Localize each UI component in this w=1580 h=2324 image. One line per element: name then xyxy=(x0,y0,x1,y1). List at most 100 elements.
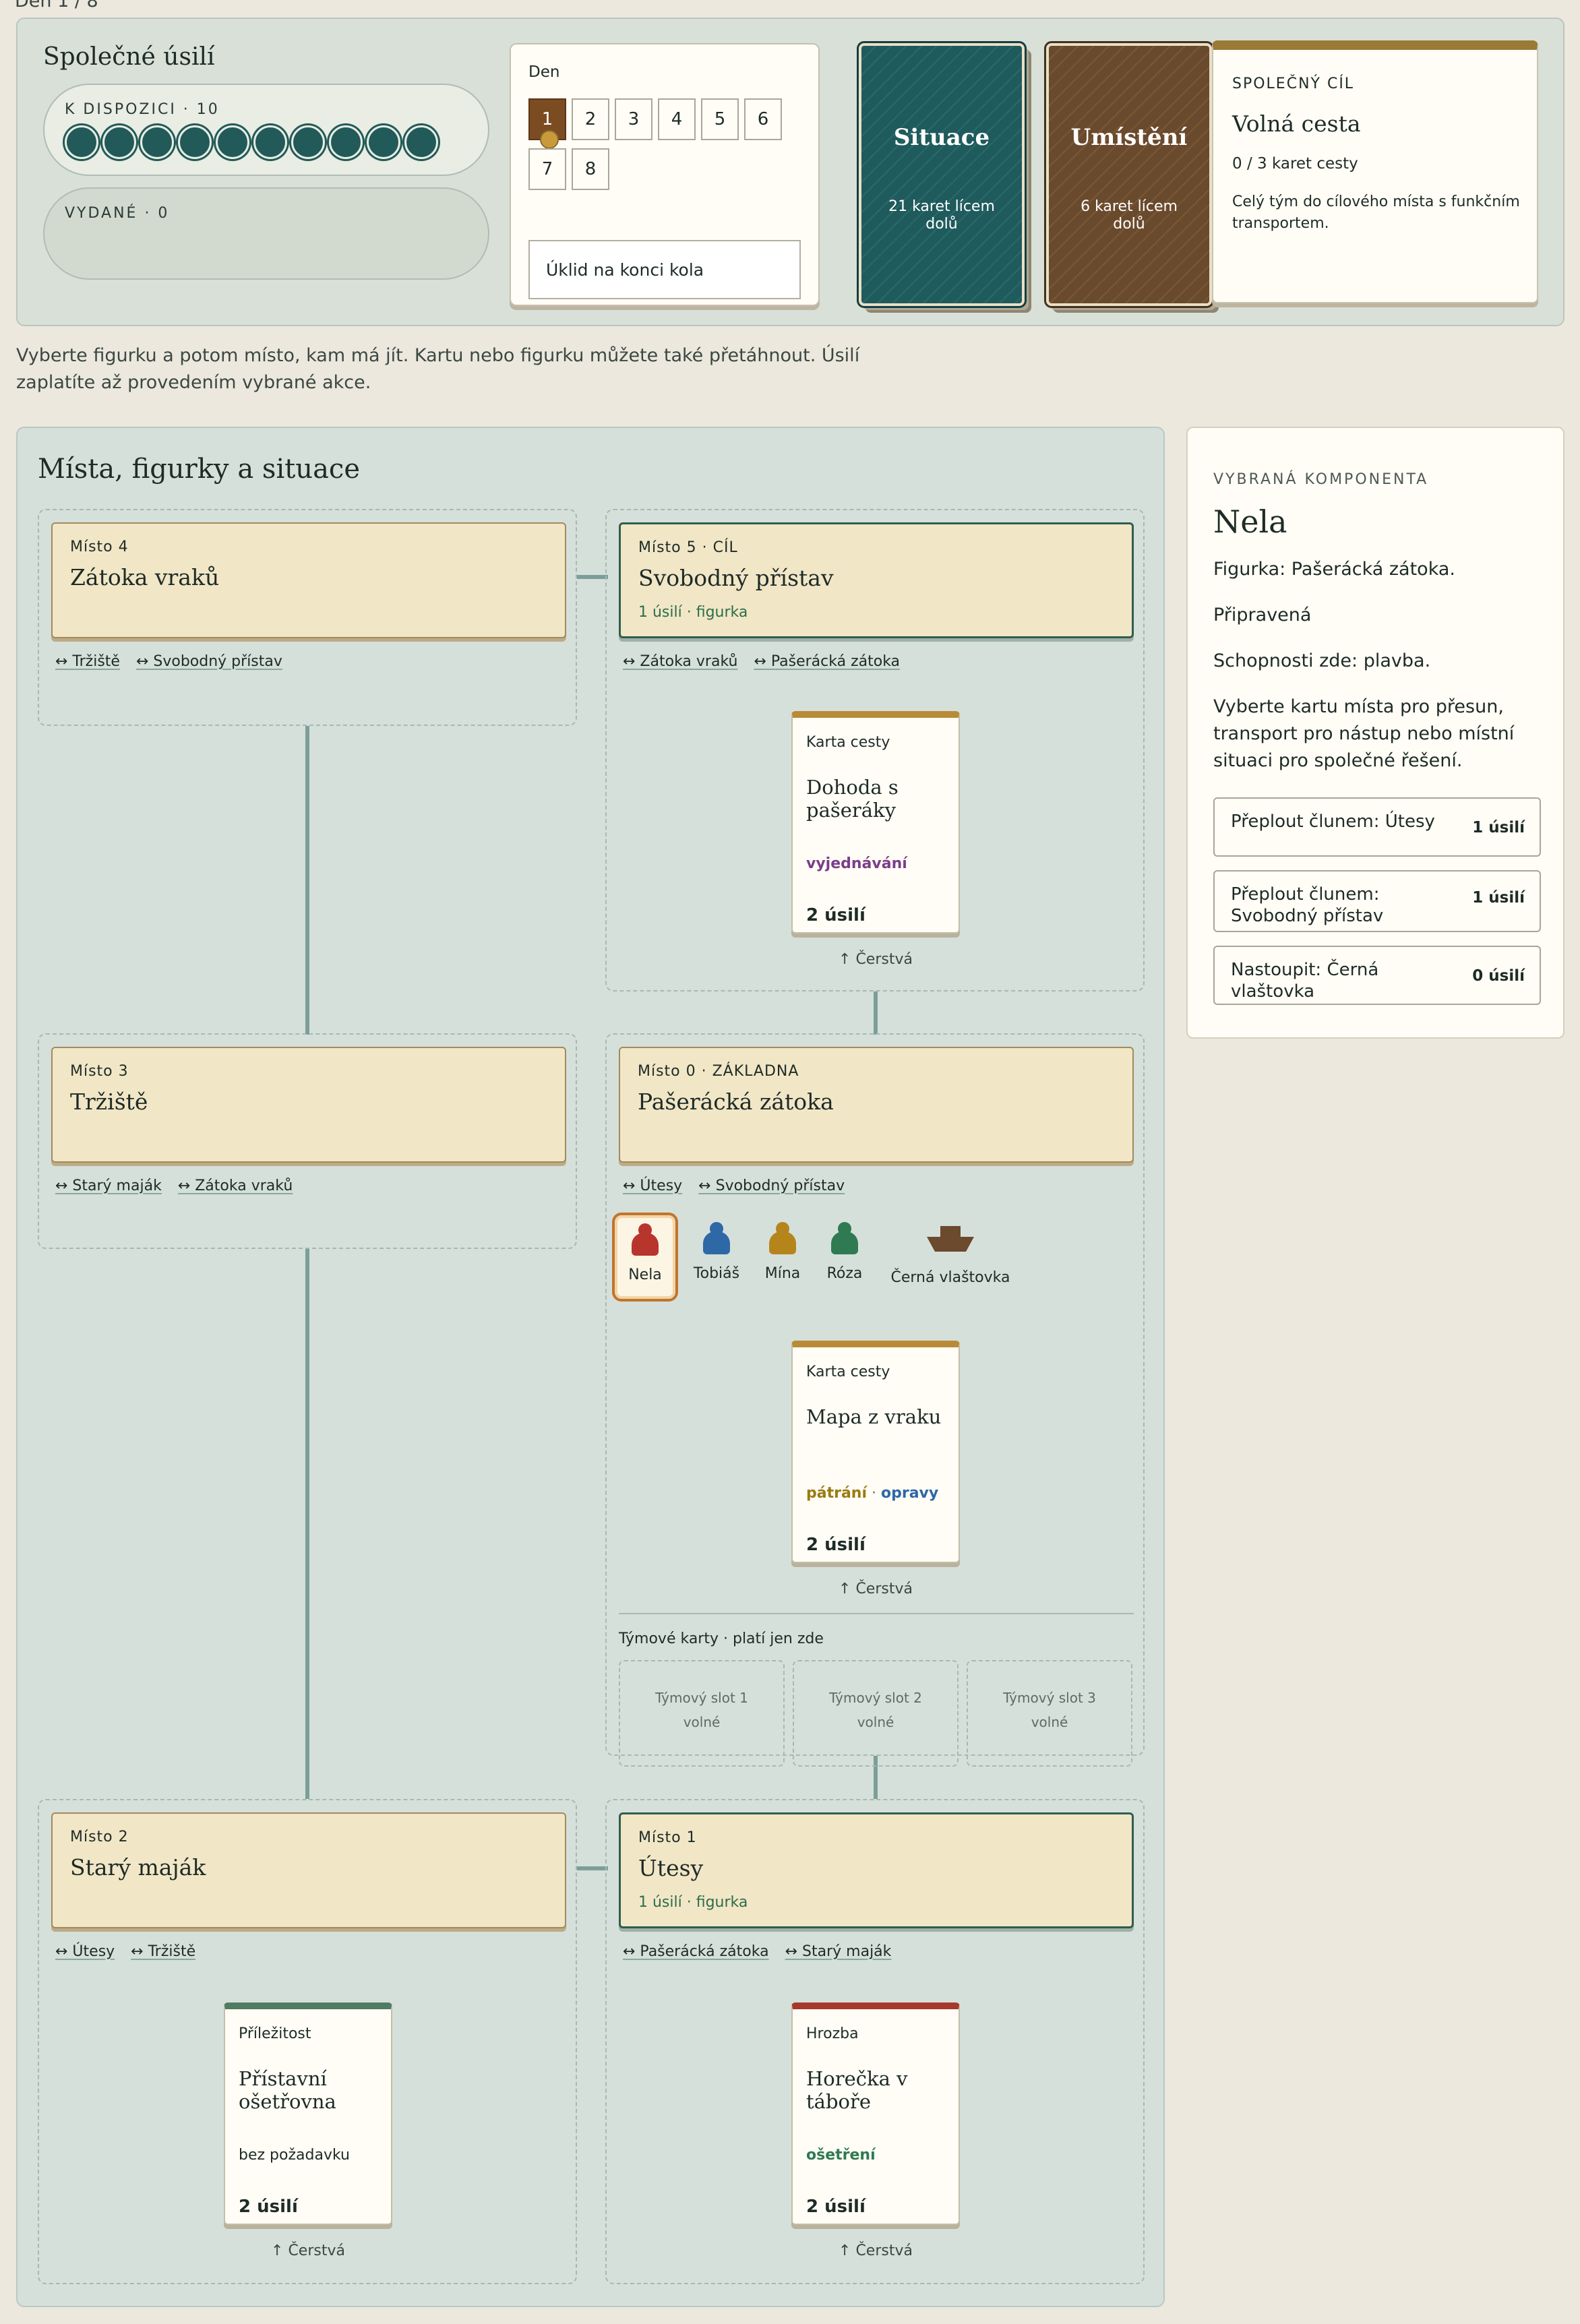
link-svobodny-pristav[interactable]: ↔ Svobodný přístav xyxy=(136,653,282,670)
card-title: Mapa z vraku xyxy=(806,1405,942,1428)
location-zone-1: Místo 1 Útesy 1 úsilí · figurka ↔ Pašerá… xyxy=(605,1799,1145,2284)
placement-deck-count: 6 karet lícem dolů xyxy=(1081,198,1178,233)
location-name: Pašerácká zátoka xyxy=(638,1089,834,1115)
link-utesy[interactable]: ↔ Útesy xyxy=(55,1943,115,1960)
situation-deck[interactable]: Situace 21 karet lícem dolů xyxy=(857,41,1027,308)
location-kicker: Místo 1 xyxy=(638,1829,697,1846)
effort-token[interactable] xyxy=(253,125,287,159)
figure-name: Nela xyxy=(628,1266,662,1283)
location-name: Starý maják xyxy=(70,1854,206,1880)
placement-deck[interactable]: Umístění 6 karet lícem dolů xyxy=(1044,41,1214,308)
card-title: Dohoda s pašeráky xyxy=(806,776,899,822)
situation-card-horecka[interactable]: Hrozba Horečka v táboře ošetření 2 úsilí xyxy=(791,2002,960,2225)
card-requirement: vyjednávání xyxy=(806,855,907,872)
link-paseracka-zatoka[interactable]: ↔ Pašerácká zátoka xyxy=(754,653,900,670)
effort-tokens xyxy=(65,125,438,159)
game-board: Místa, figurky a situace Místo 4 Zátoka … xyxy=(16,427,1165,2307)
card-requirement: bez požadavku xyxy=(239,2147,350,2164)
goal-description: Celý tým do cílového místa s funkčním tr… xyxy=(1232,193,1520,232)
effort-spent-pool[interactable]: VYDANÉ · 0 xyxy=(43,187,489,280)
effort-token[interactable] xyxy=(216,125,249,159)
team-slot-1[interactable]: Týmový slot 1 volné xyxy=(619,1660,785,1767)
figure-roza[interactable]: Róza xyxy=(814,1222,875,1282)
location-kicker: Místo 5 · CÍL xyxy=(638,539,738,556)
link-trziste[interactable]: ↔ Tržiště xyxy=(131,1943,195,1960)
location-zone-2: Místo 2 Starý maják ↔ Útesy ↔ Tržiště Př… xyxy=(38,1799,577,2284)
location-card-5[interactable]: Místo 5 · CÍL Svobodný přístav 1 úsilí ·… xyxy=(619,522,1134,638)
figure-mina[interactable]: Mína xyxy=(752,1222,813,1282)
location-card-3[interactable]: Místo 3 Tržiště xyxy=(51,1047,566,1163)
effort-token[interactable] xyxy=(291,125,325,159)
location-card-0[interactable]: Místo 0 · ZÁKLADNA Pašerácká zátoka xyxy=(619,1047,1134,1163)
situation-card-osetrovna[interactable]: Příležitost Přístavní ošetřovna bez poža… xyxy=(224,2002,392,2225)
link-svobodny-pristav[interactable]: ↔ Svobodný přístav xyxy=(698,1178,845,1194)
action-sail-svobodny-pristav[interactable]: Přeplout člunem: Svobodný přístav 1 úsil… xyxy=(1213,870,1541,932)
path-line-4-5 xyxy=(577,575,608,579)
link-trziste[interactable]: ↔ Tržiště xyxy=(55,653,120,670)
team-slot-2[interactable]: Týmový slot 2 volné xyxy=(793,1660,959,1767)
action-sail-utesy[interactable]: Přeplout člunem: Útesy 1 úsilí xyxy=(1213,797,1541,857)
location-zone-4: Místo 4 Zátoka vraků ↔ Tržiště ↔ Svobodn… xyxy=(38,509,577,726)
card-kicker: Hrozba xyxy=(806,2025,859,2042)
selected-location: Figurka: Pašerácká zátoka. xyxy=(1213,559,1455,580)
day-box-5: 5 xyxy=(701,98,739,140)
link-paseracka-zatoka[interactable]: ↔ Pašerácká zátoka xyxy=(623,1943,769,1960)
situation-card-mapa[interactable]: Karta cesty Mapa z vraku pátrání · oprav… xyxy=(791,1341,960,1563)
effort-token[interactable] xyxy=(65,125,98,159)
card-kicker: Příležitost xyxy=(239,2025,311,2042)
effort-token[interactable] xyxy=(367,125,400,159)
transport-cerna-vlastovka[interactable]: Černá vlaštovka xyxy=(883,1222,1018,1286)
location-card-2[interactable]: Místo 2 Starý maják xyxy=(51,1812,566,1928)
day-box-3: 3 xyxy=(615,98,652,140)
path-line-2-1 xyxy=(577,1866,608,1870)
pawn-icon xyxy=(632,1223,659,1256)
effort-token[interactable] xyxy=(102,125,136,159)
card-fresh-label: ↑ Čerstvá xyxy=(839,951,913,968)
effort-available-pool[interactable]: K DISPOZICI · 10 xyxy=(43,84,489,176)
link-stary-majak[interactable]: ↔ Starý maják xyxy=(785,1943,892,1960)
action-board-cerna-vlastovka[interactable]: Nastoupit: Černá vlaštovka 0 úsilí xyxy=(1213,946,1541,1005)
figure-name: Mína xyxy=(764,1265,801,1282)
figure-nela[interactable]: Nela xyxy=(612,1213,678,1302)
team-slot-3[interactable]: Týmový slot 3 volné xyxy=(967,1660,1132,1767)
selected-component-panel: VYBRANÁ KOMPONENTA Nela Figurka: Pašerác… xyxy=(1186,427,1564,1039)
card-fresh-label: ↑ Čerstvá xyxy=(839,2242,913,2259)
end-round-button[interactable]: Úklid na konci kola xyxy=(528,240,801,299)
selected-abilities: Schopnosti zde: plavba. xyxy=(1213,650,1431,671)
effort-token[interactable] xyxy=(404,125,438,159)
location-card-4[interactable]: Místo 4 Zátoka vraků xyxy=(51,522,566,638)
effort-token[interactable] xyxy=(140,125,174,159)
location-kicker: Místo 3 xyxy=(70,1063,129,1080)
pawn-icon xyxy=(831,1222,858,1254)
location-zone-5: Místo 5 · CÍL Svobodný přístav 1 úsilí ·… xyxy=(605,509,1145,991)
goal-title: Volná cesta xyxy=(1232,111,1361,137)
common-goal-card[interactable]: SPOLEČNÝ CÍL Volná cesta 0 / 3 karet ces… xyxy=(1212,40,1538,303)
location-cost: 1 úsilí · figurka xyxy=(638,1894,748,1911)
team-cards-label: Týmové karty · platí jen zde xyxy=(619,1630,824,1647)
location-zone-3: Místo 3 Tržiště ↔ Starý maják ↔ Zátoka v… xyxy=(38,1033,577,1249)
path-line-4-3 xyxy=(305,726,309,1035)
location-card-1[interactable]: Místo 1 Útesy 1 úsilí · figurka xyxy=(619,1812,1134,1928)
selected-status: Připravená xyxy=(1213,605,1312,625)
day-box-4: 4 xyxy=(658,98,696,140)
day-box-1: 1 xyxy=(528,98,566,149)
link-zatoka-vraku[interactable]: ↔ Zátoka vraků xyxy=(623,653,737,670)
location-kicker: Místo 2 xyxy=(70,1829,129,1845)
effort-token[interactable] xyxy=(329,125,363,159)
figure-name: Černá vlaštovka xyxy=(890,1269,1010,1286)
effort-title: Společné úsilí xyxy=(43,43,215,71)
day-box-6: 6 xyxy=(744,98,782,140)
figure-tobias[interactable]: Tobiáš xyxy=(686,1222,747,1282)
situation-deck-title: Situace xyxy=(893,124,990,151)
link-utesy[interactable]: ↔ Útesy xyxy=(623,1178,682,1194)
link-zatoka-vraku[interactable]: ↔ Zátoka vraků xyxy=(178,1178,293,1194)
pawn-icon xyxy=(769,1222,796,1254)
card-cost: 2 úsilí xyxy=(806,1535,865,1555)
link-stary-majak[interactable]: ↔ Starý maják xyxy=(55,1178,162,1194)
card-requirement: ošetření xyxy=(806,2147,876,2164)
divider xyxy=(619,1613,1134,1614)
location-links: ↔ Pašerácká zátoka ↔ Starý maják xyxy=(623,1943,891,1960)
effort-token[interactable] xyxy=(178,125,212,159)
situation-card-dohoda[interactable]: Karta cesty Dohoda s pašeráky vyjednáván… xyxy=(791,711,960,934)
path-line-3-2 xyxy=(305,1248,309,1799)
